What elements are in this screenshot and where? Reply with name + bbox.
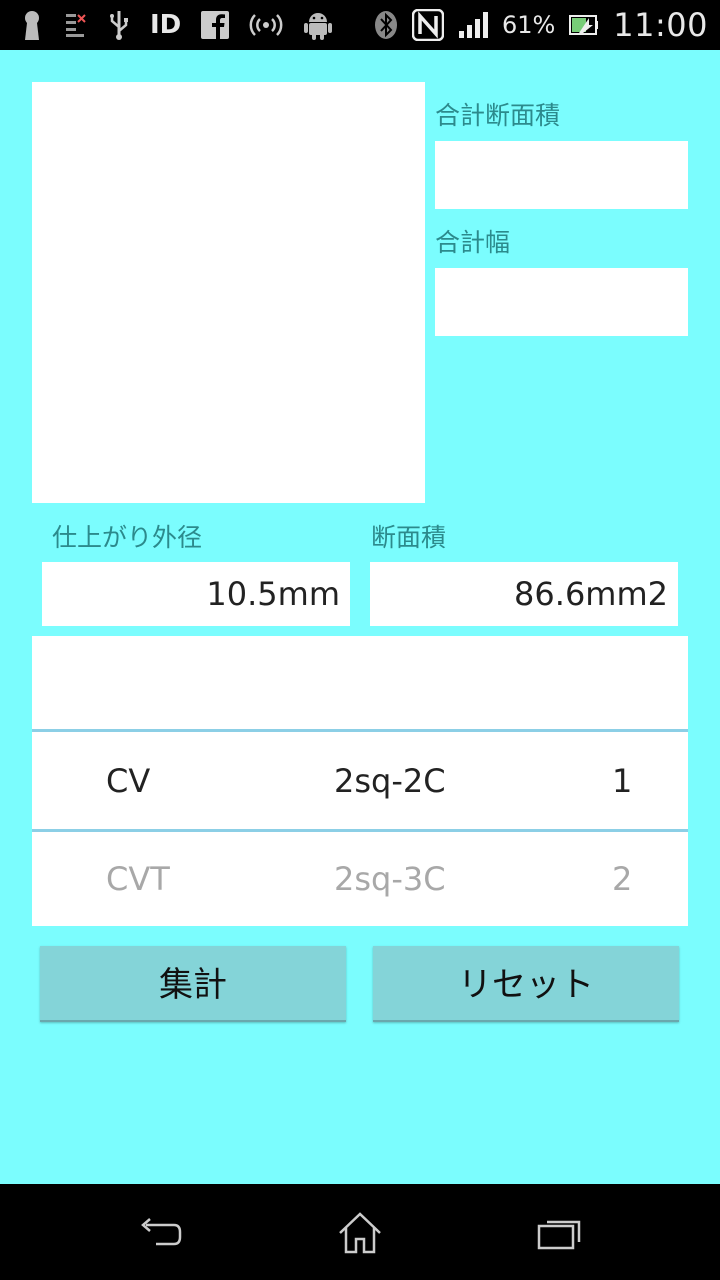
picker-size: 2sq-2C xyxy=(334,762,446,800)
picker-row[interactable] xyxy=(32,636,688,728)
signal-icon xyxy=(458,8,488,42)
outer-diameter-label: 仕上がり外径 xyxy=(52,523,203,552)
total-area-field xyxy=(435,141,688,209)
nfc-icon xyxy=(411,8,444,42)
total-width-field xyxy=(435,268,688,336)
battery-icon xyxy=(569,8,599,42)
cable-picker[interactable]: CV 2sq-2C 1 CVT 2sq-3C 2 xyxy=(32,636,688,926)
cable-diagram-canvas xyxy=(32,82,425,503)
home-icon[interactable] xyxy=(330,1208,390,1258)
facebook-icon xyxy=(201,8,230,42)
sum-button[interactable]: 集計 xyxy=(40,946,346,1022)
outer-diameter-field: 10.5mm xyxy=(42,562,350,626)
hotspot-icon xyxy=(249,8,283,42)
navigation-bar xyxy=(0,1184,720,1280)
recent-apps-icon[interactable] xyxy=(530,1208,590,1258)
clock: 11:00 xyxy=(613,6,708,44)
picker-type: CVT xyxy=(106,860,170,898)
area-field: 86.6mm2 xyxy=(370,562,678,626)
total-width-label: 合計幅 xyxy=(435,228,511,257)
picker-count: 2 xyxy=(612,860,633,898)
picker-type: CV xyxy=(106,762,151,800)
usb-icon xyxy=(108,8,130,42)
picker-row-selected[interactable]: CV 2sq-2C 1 xyxy=(32,735,688,827)
reset-button[interactable]: リセット xyxy=(373,946,679,1022)
back-icon[interactable] xyxy=(130,1208,190,1258)
picker-count: 1 xyxy=(612,762,633,800)
android-icon xyxy=(303,8,333,42)
battery-percent: 61% xyxy=(501,11,556,39)
area-label: 断面積 xyxy=(371,523,447,552)
picker-divider xyxy=(32,729,688,732)
total-area-label: 合計断面積 xyxy=(435,101,561,130)
bluetooth-icon xyxy=(374,8,398,42)
picker-row[interactable]: CVT 2sq-3C 2 xyxy=(32,833,688,925)
status-bar: ID 61% 11:00 xyxy=(0,0,720,50)
keyhole-icon xyxy=(20,8,44,42)
sim-card-icon xyxy=(64,8,88,42)
picker-size: 2sq-3C xyxy=(334,860,446,898)
id-icon: ID xyxy=(150,10,182,40)
picker-divider xyxy=(32,829,688,832)
